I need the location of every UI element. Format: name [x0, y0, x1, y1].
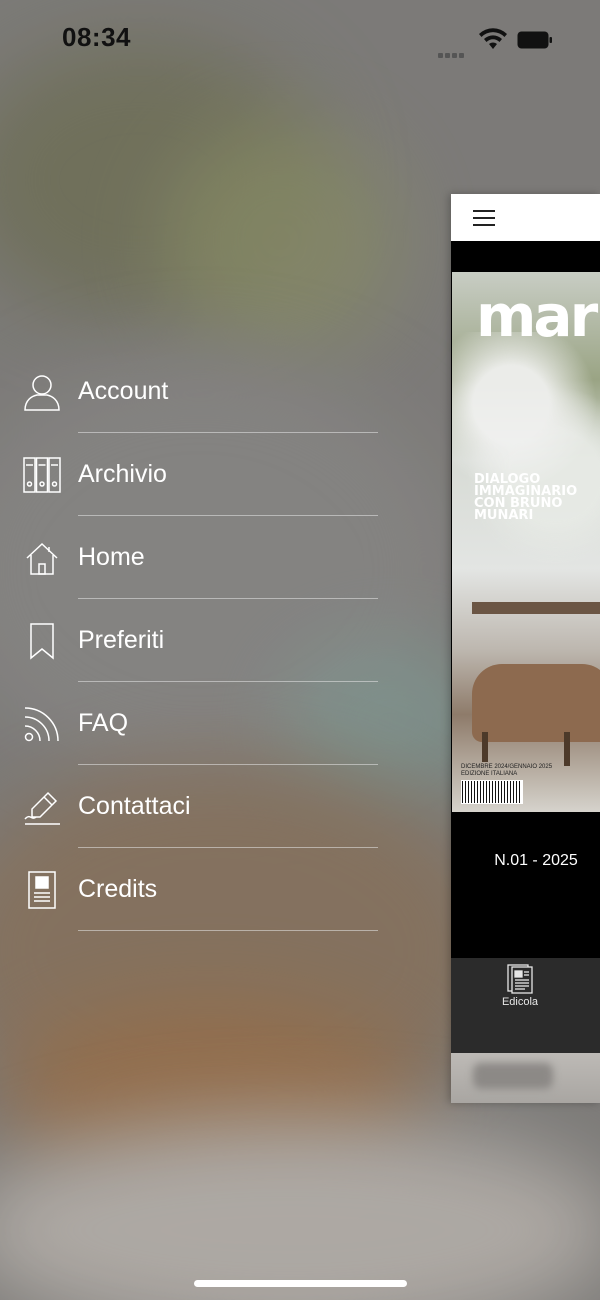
menu-item-home[interactable]: Home	[0, 516, 400, 599]
cover-headline: DIALOGO IMMAGINARIO CON BRUNO MUNARI	[474, 472, 578, 523]
status-bar: 08:34	[0, 0, 600, 80]
menu-item-archivio[interactable]: Archivio	[0, 433, 400, 516]
side-menu: Account Archivio Home Preferiti FAQ Cont…	[0, 350, 400, 931]
tab-bar: Edicola	[451, 958, 600, 1053]
menu-item-label: Credits	[78, 875, 158, 903]
menu-item-account[interactable]: Account	[0, 350, 400, 433]
cellular-signal-icon	[438, 45, 470, 58]
menu-item-contattaci[interactable]: Contattaci	[0, 765, 400, 848]
blurred-footer	[451, 1053, 600, 1103]
magazine-cover[interactable]: mar DIALOGO IMMAGINARIO CON BRUNO MUNARI…	[452, 272, 600, 812]
barcode	[461, 780, 523, 804]
archive-binders-icon	[23, 457, 61, 493]
status-time: 08:34	[62, 22, 131, 52]
menu-item-label: Archivio	[78, 460, 167, 488]
issue-label: N.01 - 2025	[494, 852, 578, 869]
menu-item-label: Account	[78, 377, 169, 405]
rss-icon	[24, 707, 59, 742]
home-indicator[interactable]	[194, 1280, 407, 1287]
menu-item-preferiti[interactable]: Preferiti	[0, 599, 400, 682]
menu-item-credits[interactable]: Credits	[0, 848, 400, 931]
main-screen-preview[interactable]: mar DIALOGO IMMAGINARIO CON BRUNO MUNARI…	[451, 194, 600, 1103]
menu-divider	[78, 930, 378, 931]
tab-edicola[interactable]: Edicola	[485, 996, 555, 1008]
menu-item-label: Home	[78, 543, 145, 571]
cover-masthead: mar	[476, 282, 598, 350]
user-icon	[24, 375, 60, 411]
top-bar	[451, 194, 600, 241]
bookmark-icon	[30, 623, 54, 660]
home-icon	[26, 542, 58, 575]
battery-icon	[517, 31, 552, 49]
newspaper-icon[interactable]	[507, 964, 533, 994]
id-card-icon	[28, 871, 56, 909]
wifi-icon	[479, 28, 507, 49]
pen-signature-icon	[24, 791, 60, 825]
cover-fineprint: DICEMBRE 2024/GENNAIO 2025 EDIZIONE ITAL…	[461, 764, 553, 777]
menu-item-label: FAQ	[78, 709, 129, 737]
menu-item-label: Contattaci	[78, 792, 191, 820]
menu-item-faq[interactable]: FAQ	[0, 682, 400, 765]
menu-item-label: Preferiti	[78, 626, 165, 654]
hamburger-menu-icon[interactable]	[473, 210, 495, 226]
